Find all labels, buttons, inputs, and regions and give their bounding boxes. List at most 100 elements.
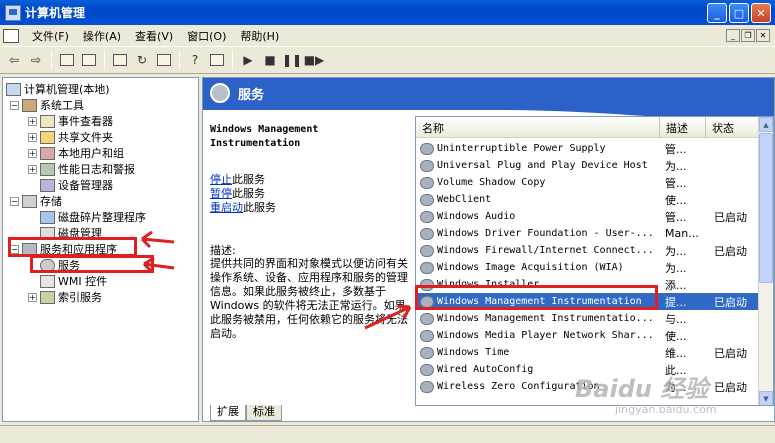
expand-icon[interactable]: + bbox=[28, 116, 37, 126]
collapse-icon[interactable]: − bbox=[10, 196, 19, 206]
child-close-button[interactable]: ✕ bbox=[756, 29, 770, 42]
service-description: 与... bbox=[665, 312, 687, 326]
tree-item-performance-logs[interactable]: + 性能日志和警报 bbox=[28, 161, 135, 177]
maximize-button[interactable]: □ bbox=[729, 3, 749, 23]
tab-extended[interactable]: 扩展 bbox=[210, 405, 246, 421]
pause-link[interactable]: 暂停 bbox=[210, 187, 232, 200]
service-gear-icon bbox=[420, 312, 434, 325]
expand-icon[interactable]: + bbox=[28, 164, 37, 174]
service-status: 已启动 bbox=[714, 244, 747, 258]
table-row[interactable]: Uninterruptible Power Supply 管... bbox=[416, 140, 760, 157]
system-tools-icon bbox=[22, 98, 37, 112]
stop-link[interactable]: 停止 bbox=[210, 173, 232, 186]
service-title: Windows Management Instrumentation bbox=[210, 124, 319, 149]
table-row[interactable]: Universal Plug and Play Device Host 为... bbox=[416, 157, 760, 174]
table-row[interactable]: WebClient 使... bbox=[416, 191, 760, 208]
tree-item-storage[interactable]: − 存储 bbox=[10, 193, 62, 209]
restart-link-suffix: 此服务 bbox=[243, 201, 276, 214]
console-window-icon[interactable] bbox=[3, 28, 19, 43]
service-description: 管... bbox=[665, 142, 687, 156]
tree-label: 性能日志和警报 bbox=[58, 163, 135, 176]
event-viewer-icon bbox=[40, 114, 55, 128]
column-header-description[interactable]: 描述 bbox=[660, 117, 706, 138]
collapse-icon[interactable]: − bbox=[10, 100, 19, 110]
tree-item-local-users[interactable]: + 本地用户和组 bbox=[28, 145, 124, 161]
performance-log-icon bbox=[40, 162, 55, 176]
title-bar: 计算机管理 _ □ ✕ bbox=[0, 0, 775, 25]
service-details: Windows Management Instrumentation 停止此服务… bbox=[210, 123, 408, 403]
table-row[interactable]: Windows Firewall/Internet Connect... 为...… bbox=[416, 242, 760, 259]
description-label: 描述: bbox=[210, 244, 236, 257]
console-icon[interactable] bbox=[206, 49, 228, 71]
tree-item-shared-folders[interactable]: + 共享文件夹 bbox=[28, 129, 113, 145]
tree-item-defrag[interactable]: 磁盘碎片整理程序 bbox=[40, 209, 146, 225]
watermark-logo: Baidu 经验 bbox=[575, 375, 709, 403]
expand-icon[interactable]: + bbox=[28, 132, 37, 142]
tab-standard[interactable]: 标准 bbox=[246, 405, 282, 421]
pause-link-suffix: 此服务 bbox=[232, 187, 265, 200]
toolbar-separator bbox=[232, 51, 233, 69]
stop-icon[interactable]: ■ bbox=[259, 49, 281, 71]
service-name: Volume Shadow Copy bbox=[437, 177, 546, 188]
service-description: 提... bbox=[665, 295, 687, 309]
service-name: Windows Audio bbox=[437, 211, 516, 222]
service-name: Universal Plug and Play Device Host bbox=[437, 160, 648, 171]
export-list-icon[interactable] bbox=[153, 49, 175, 71]
tree-label: 事件查看器 bbox=[58, 115, 113, 128]
table-row[interactable]: Windows Time 维... 已启动 bbox=[416, 344, 760, 361]
toolbar-separator bbox=[104, 51, 105, 69]
show-hide-tree-icon[interactable] bbox=[78, 49, 100, 71]
tree-label: 磁盘碎片整理程序 bbox=[58, 211, 146, 224]
tree-item-system-tools[interactable]: − 系统工具 bbox=[10, 97, 84, 113]
service-description: 使... bbox=[665, 193, 687, 207]
defrag-icon bbox=[40, 210, 55, 224]
menu-file[interactable]: 文件(F) bbox=[25, 28, 76, 44]
start-icon[interactable]: ▶ bbox=[237, 49, 259, 71]
menu-window[interactable]: 窗口(O) bbox=[180, 28, 233, 44]
tree-item-event-viewer[interactable]: + 事件查看器 bbox=[28, 113, 113, 129]
expand-icon[interactable]: + bbox=[28, 148, 37, 158]
child-restore-button[interactable]: ❐ bbox=[741, 29, 755, 42]
tree-label: 存储 bbox=[40, 195, 62, 208]
tree-item-root[interactable]: 计算机管理(本地) bbox=[6, 81, 110, 97]
restart-link[interactable]: 重启动 bbox=[210, 201, 243, 214]
tree-item-device-manager[interactable]: 设备管理器 bbox=[40, 177, 113, 193]
service-name: Windows Driver Foundation - User-... bbox=[437, 228, 654, 239]
service-description: 为... bbox=[665, 159, 687, 173]
child-minimize-button[interactable]: _ bbox=[726, 29, 740, 42]
close-button[interactable]: ✕ bbox=[751, 3, 771, 23]
tree-item-indexing[interactable]: + 索引服务 bbox=[28, 289, 102, 305]
banner-title: 服务 bbox=[238, 87, 265, 103]
menu-help[interactable]: 帮助(H) bbox=[233, 28, 286, 44]
vertical-scrollbar[interactable]: ▲ ▼ bbox=[758, 117, 773, 405]
column-header-status[interactable]: 状态 bbox=[706, 117, 760, 138]
list-header: 名称 描述 状态 bbox=[416, 117, 773, 138]
table-row[interactable]: Windows Media Player Network Shar... 使... bbox=[416, 327, 760, 344]
column-header-name[interactable]: 名称 bbox=[416, 117, 660, 138]
table-row[interactable]: Volume Shadow Copy 管... bbox=[416, 174, 760, 191]
expand-icon[interactable]: + bbox=[28, 292, 37, 302]
table-row[interactable]: Windows Driver Foundation - User-... Man.… bbox=[416, 225, 760, 242]
restart-icon[interactable]: ■▶ bbox=[303, 49, 325, 71]
device-manager-icon bbox=[40, 178, 55, 192]
scroll-up-button[interactable]: ▲ bbox=[759, 117, 773, 132]
refresh-icon[interactable]: ↻ bbox=[131, 49, 153, 71]
tree-item-wmi[interactable]: WMI 控件 bbox=[40, 273, 107, 289]
table-row[interactable]: Windows Image Acquisition (WIA) 为... bbox=[416, 259, 760, 276]
properties-icon[interactable] bbox=[109, 49, 131, 71]
menu-view[interactable]: 查看(V) bbox=[128, 28, 180, 44]
up-folder-icon[interactable] bbox=[56, 49, 78, 71]
back-icon[interactable]: ⇦ bbox=[3, 49, 25, 71]
pause-icon[interactable]: ❚❚ bbox=[281, 49, 303, 71]
service-gear-icon bbox=[420, 244, 434, 257]
minimize-button[interactable]: _ bbox=[707, 3, 727, 23]
help-icon[interactable]: ? bbox=[184, 49, 206, 71]
menu-action[interactable]: 操作(A) bbox=[76, 28, 128, 44]
computer-management-icon bbox=[5, 4, 21, 21]
scroll-thumb[interactable] bbox=[759, 133, 773, 283]
forward-icon[interactable]: ⇨ bbox=[25, 49, 47, 71]
list-body: Uninterruptible Power Supply 管... Universa… bbox=[416, 138, 760, 405]
table-row[interactable]: Windows Management Instrumentatio... 与... bbox=[416, 310, 760, 327]
table-row[interactable]: Windows Audio 管... 已启动 bbox=[416, 208, 760, 225]
service-name: Windows Firewall/Internet Connect... bbox=[437, 245, 654, 256]
